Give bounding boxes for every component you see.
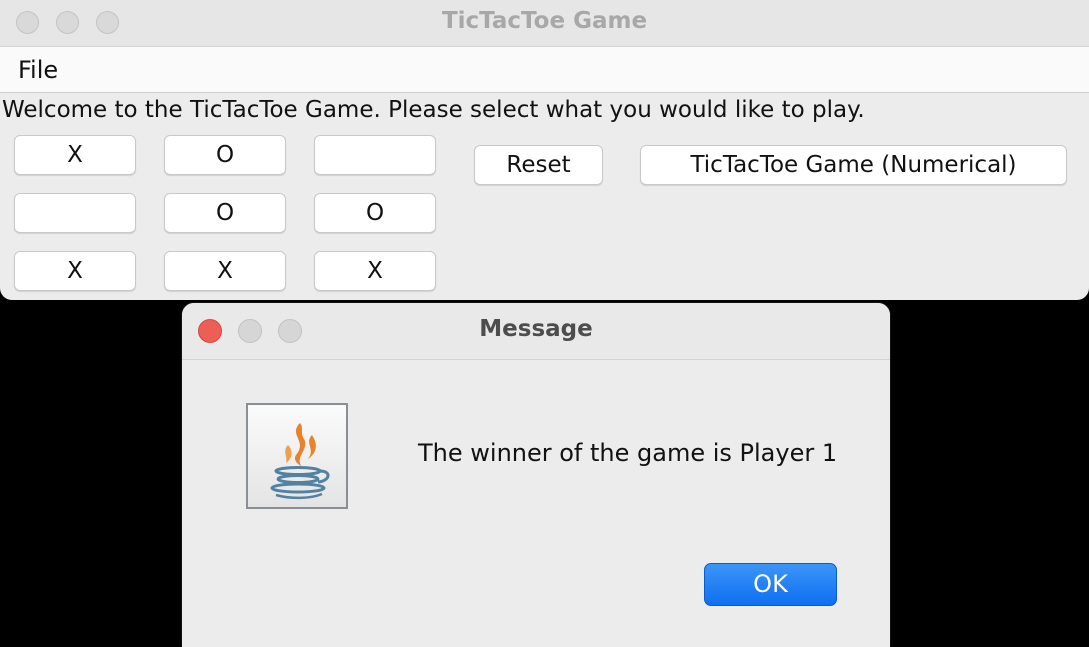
file-menu[interactable]: File xyxy=(18,56,58,84)
board-cell-0-2[interactable] xyxy=(314,135,436,175)
dialog-title: Message xyxy=(479,316,593,342)
board-cell-1-0[interactable] xyxy=(14,193,136,233)
numerical-game-button[interactable]: TicTacToe Game (Numerical) xyxy=(640,145,1067,185)
menu-bar: File xyxy=(0,47,1089,93)
java-logo-icon xyxy=(246,403,348,509)
board-cell-1-1[interactable]: O xyxy=(164,193,286,233)
main-titlebar[interactable]: TicTacToe Game xyxy=(0,0,1089,47)
dialog-message: The winner of the game is Player 1 xyxy=(418,439,838,467)
board-cell-0-1[interactable]: O xyxy=(164,135,286,175)
board-cell-0-0[interactable]: X xyxy=(14,135,136,175)
main-window: TicTacToe Game File Welcome to the TicTa… xyxy=(0,0,1089,300)
reset-button[interactable]: Reset xyxy=(474,145,603,185)
window-title: TicTacToe Game xyxy=(441,8,648,34)
board-cell-2-1[interactable]: X xyxy=(164,251,286,291)
board-cell-2-0[interactable]: X xyxy=(14,251,136,291)
dialog-titlebar[interactable]: Message xyxy=(182,303,890,360)
ok-button[interactable]: OK xyxy=(704,563,837,606)
board-cell-1-2[interactable]: O xyxy=(314,193,436,233)
board-cell-2-2[interactable]: X xyxy=(314,251,436,291)
welcome-text: Welcome to the TicTacToe Game. Please se… xyxy=(2,97,865,123)
message-dialog: Message The winner of the game is Player… xyxy=(182,303,890,647)
